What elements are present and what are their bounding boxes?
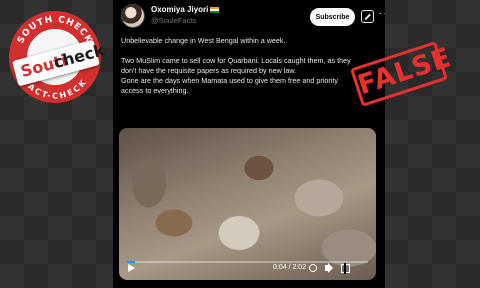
author-name[interactable]: Oxomiya Jiyori	[151, 5, 220, 14]
tweet-line: Unbelievable change in West Bengal withi…	[121, 36, 286, 45]
video-player[interactable]: 0:04 / 2:02	[119, 128, 376, 280]
south-check-logo: SOUTH CHECK FACT-CHECK Souti check	[6, 8, 106, 106]
fullscreen-icon[interactable]	[341, 263, 350, 274]
settings-icon[interactable]	[309, 264, 317, 272]
tweet-line: Gone are the days when Mamata used to gi…	[121, 76, 338, 85]
author-handle[interactable]: @SouleFacts	[151, 16, 196, 25]
tweet-line: access to everything.	[121, 86, 189, 95]
more-options-icon[interactable]: ···	[379, 8, 385, 19]
avatar[interactable]	[121, 4, 145, 28]
grok-icon[interactable]	[361, 10, 374, 23]
tweet-line: Two MuSlim came to sell cow for Quarbani…	[121, 56, 351, 65]
subscribe-button[interactable]: Subscribe	[310, 8, 355, 26]
video-time: 0:04 / 2:02	[273, 264, 307, 271]
tweet-line: don't have the requisite papers as requi…	[121, 66, 297, 75]
tweet-header: Oxomiya Jiyori @SouleFacts Subscribe ···	[121, 4, 385, 32]
volume-icon[interactable]	[325, 265, 329, 271]
tweet-text: Unbelievable change in West Bengal withi…	[121, 36, 381, 96]
play-icon[interactable]	[128, 264, 135, 272]
video-progress-fill	[127, 261, 135, 263]
india-flag-icon	[210, 6, 220, 13]
